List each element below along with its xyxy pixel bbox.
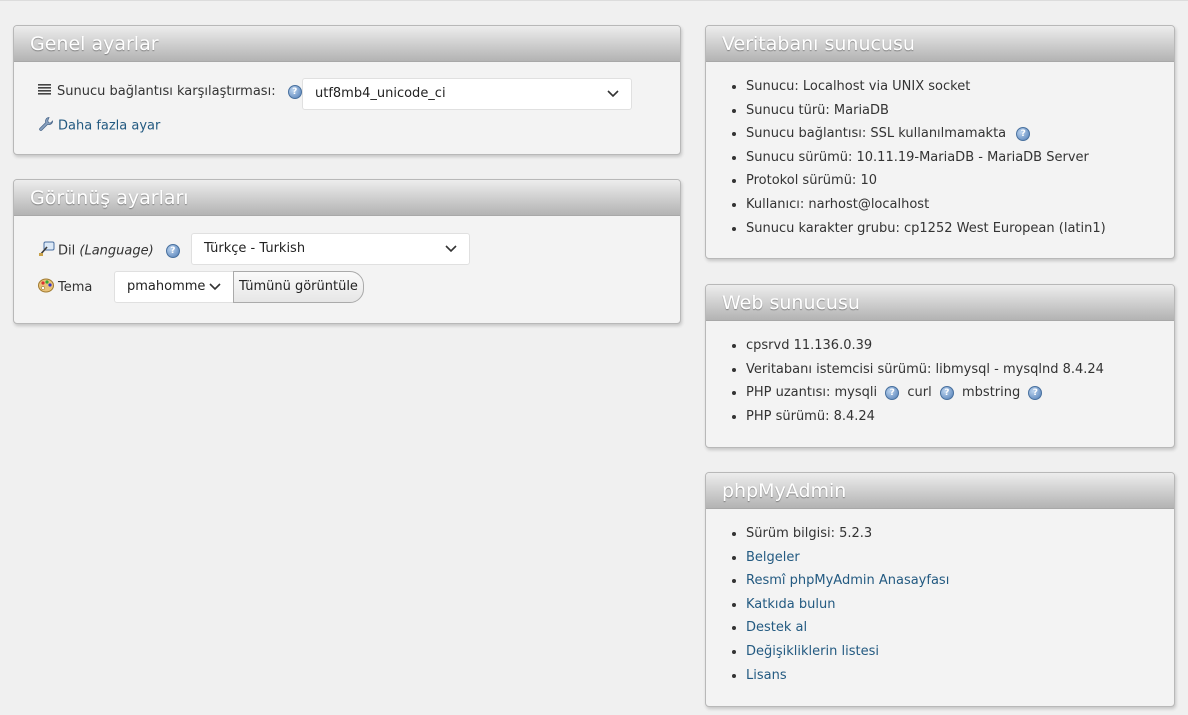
phpmyadmin-panel: phpMyAdmin Sürüm bilgisi: 5.2.3 Belgeler… — [705, 472, 1175, 707]
collation-select-value: utf8mb4_unicode_ci — [315, 86, 446, 101]
php-version: PHP sürümü: 8.4.24 — [746, 408, 875, 424]
license-link[interactable]: Lisans — [746, 668, 787, 683]
chevron-down-icon — [209, 283, 221, 291]
more-settings-link[interactable]: Daha fazla ayar — [58, 119, 160, 134]
list-item: Değişikliklerin listesi — [746, 640, 1174, 664]
php-extension-curl: curl — [907, 385, 932, 401]
db-client-version: Veritabanı istemcisi sürümü: libmysql - … — [746, 361, 1104, 377]
database-server-panel: Veritabanı sunucusu Sunucu: Localhost vi… — [705, 25, 1175, 259]
database-server-list: Sunucu: Localhost via UNIX socket Sunucu… — [706, 75, 1174, 240]
list-item: Sürüm bilgisi: 5.2.3 — [746, 522, 1174, 546]
collation-select[interactable]: utf8mb4_unicode_ci — [302, 78, 632, 110]
web-server-list: cpsrvd 11.136.0.39 Veritabanı istemcisi … — [706, 334, 1174, 428]
phpmyadmin-title: phpMyAdmin — [706, 473, 1174, 509]
list-item: Protokol sürümü: 10 — [746, 169, 1174, 193]
web-server-title: Web sunucusu — [706, 285, 1174, 321]
list-item: Sunucu bağlantısı: SSL kullanılmamakta ? — [746, 122, 1174, 146]
list-item: PHP sürümü: 8.4.24 — [746, 405, 1174, 429]
list-item: Sunucu: Localhost via UNIX socket — [746, 75, 1174, 99]
version-info: Sürüm bilgisi: 5.2.3 — [746, 526, 873, 541]
contribute-link[interactable]: Katkıda bulun — [746, 597, 835, 612]
list-item: Veritabanı istemcisi sürümü: libmysql - … — [746, 358, 1174, 382]
collation-label: Sunucu bağlantısı karşılaştırması: — [57, 84, 276, 99]
language-select-value: Türkçe - Turkish — [204, 241, 306, 256]
documentation-link[interactable]: Belgeler — [746, 550, 800, 565]
theme-select-value: pmahomme — [127, 279, 206, 294]
help-icon[interactable]: ? — [287, 84, 302, 99]
theme-select[interactable]: pmahomme — [114, 271, 234, 303]
help-icon[interactable]: ? — [1016, 126, 1031, 141]
list-item: Kullanıcı: narhost@localhost — [746, 193, 1174, 217]
top-border — [0, 0, 1188, 1]
php-extension-label: PHP uzantısı: — [746, 385, 831, 401]
list-item: Resmî phpMyAdmin Anasayfası — [746, 569, 1174, 593]
help-icon[interactable]: ? — [1028, 385, 1043, 400]
homepage-link[interactable]: Resmî phpMyAdmin Anasayfası — [746, 573, 949, 588]
language-icon — [38, 241, 55, 261]
chevron-down-icon — [445, 245, 457, 253]
server-info: Sunucu: Localhost via UNIX socket — [746, 79, 971, 94]
language-label: Dil — [58, 243, 76, 259]
theme-row: Tema — [38, 278, 92, 297]
list-item: PHP uzantısı: mysqli ? curl ? mbstring ? — [746, 381, 1174, 405]
list-item: Sunucu karakter grubu: cp1252 West Europ… — [746, 217, 1174, 241]
help-icon[interactable]: ? — [165, 244, 180, 258]
list-item: Lisans — [746, 664, 1174, 688]
general-settings-title: Genel ayarlar — [14, 26, 680, 62]
list-item: Destek al — [746, 616, 1174, 640]
php-extension-mbstring: mbstring — [962, 385, 1021, 401]
phpmyadmin-list: Sürüm bilgisi: 5.2.3 Belgeler Resmî phpM… — [706, 522, 1174, 687]
php-extension-mysqli: mysqli — [834, 385, 878, 401]
protocol-version: Protokol sürümü: 10 — [746, 173, 877, 189]
general-settings-panel: Genel ayarlar Sunucu bağlantısı karşılaş… — [13, 25, 681, 155]
wrench-icon — [38, 116, 54, 136]
more-settings-row: Daha fazla ayar — [38, 116, 160, 136]
view-all-themes-button[interactable]: Tümünü görüntüle — [233, 271, 364, 303]
language-hint: (Language) — [79, 243, 154, 259]
list-item: Katkıda bulun — [746, 593, 1174, 617]
server-connection: Sunucu bağlantısı: SSL kullanılmamakta — [746, 126, 1007, 142]
support-link[interactable]: Destek al — [746, 620, 807, 635]
server-user: Kullanıcı: narhost@localhost — [746, 196, 930, 212]
help-icon[interactable]: ? — [885, 385, 900, 400]
chevron-down-icon — [607, 90, 619, 98]
list-item: Sunucu sürümü: 10.11.19-MariaDB - MariaD… — [746, 146, 1174, 170]
collation-row: Sunucu bağlantısı karşılaştırması: ? — [38, 84, 302, 99]
server-type: Sunucu türü: MariaDB — [746, 102, 889, 118]
appearance-settings-panel: Görünüş ayarları Dil (Language) ? Türkçe… — [13, 179, 681, 324]
database-server-title: Veritabanı sunucusu — [706, 26, 1174, 62]
appearance-settings-title: Görünüş ayarları — [14, 180, 680, 216]
view-all-themes-label: Tümünü görüntüle — [239, 279, 358, 294]
language-select[interactable]: Türkçe - Turkish — [191, 233, 470, 265]
help-icon[interactable]: ? — [939, 385, 954, 400]
web-server-panel: Web sunucusu cpsrvd 11.136.0.39 Veritaba… — [705, 284, 1175, 448]
list-icon — [38, 84, 51, 99]
language-row: Dil (Language) ? — [38, 241, 180, 261]
palette-icon — [38, 278, 54, 297]
list-item: cpsrvd 11.136.0.39 — [746, 334, 1174, 358]
server-version: Sunucu sürümü: 10.11.19-MariaDB - MariaD… — [746, 149, 1089, 165]
server-charset: Sunucu karakter grubu: cp1252 West Europ… — [746, 220, 1106, 236]
list-item: Belgeler — [746, 546, 1174, 570]
theme-label: Tema — [58, 280, 93, 295]
list-item: Sunucu türü: MariaDB — [746, 99, 1174, 123]
web-server-version: cpsrvd 11.136.0.39 — [746, 338, 873, 353]
changelog-link[interactable]: Değişikliklerin listesi — [746, 644, 879, 659]
